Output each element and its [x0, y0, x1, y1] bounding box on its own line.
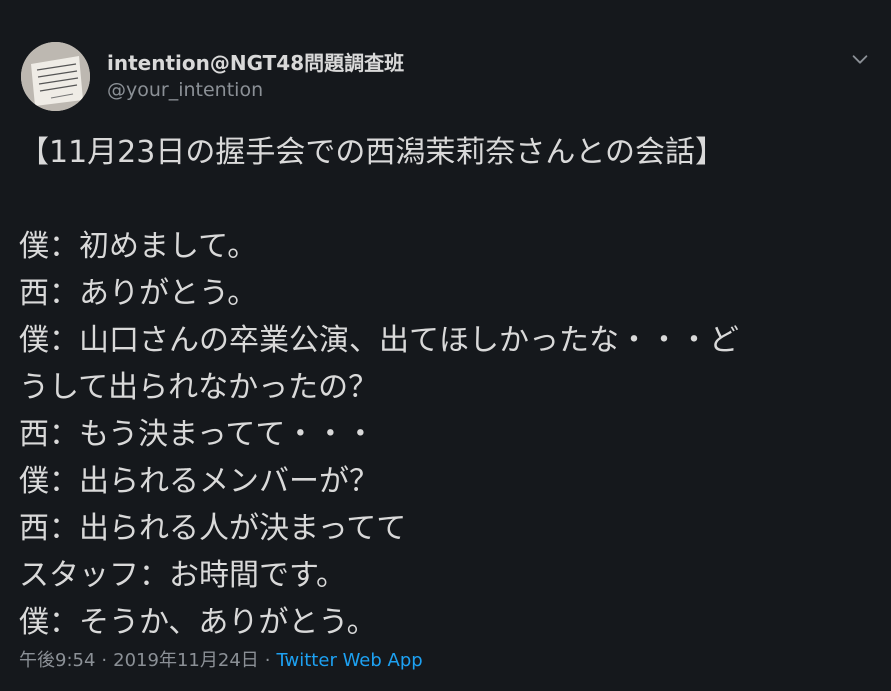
tweet-line: 僕：初めまして。	[19, 229, 258, 264]
tweet-text: 【11月23日の握手会での西潟茉莉奈さんとの会話】 僕：初めまして。 西：ありが…	[19, 129, 869, 646]
tweet-line: 西：ありがとう。	[19, 276, 258, 311]
tweet-date[interactable]: 2019年11月24日	[113, 650, 259, 671]
source-link[interactable]: Twitter Web App	[277, 650, 423, 671]
tweet-metadata: 午後9:54 · 2019年11月24日 · Twitter Web App	[19, 646, 423, 672]
tweet-time[interactable]: 午後9:54	[19, 650, 95, 671]
display-name[interactable]: intention@NGT48問題調査班	[107, 47, 404, 76]
tweet-line: スタッフ：お時間です。	[19, 558, 346, 593]
tweet-menu-button[interactable]	[849, 48, 871, 70]
tweet-line: 西：もう決まってて・・・	[19, 417, 376, 452]
user-handle[interactable]: @your_intention	[107, 79, 263, 101]
tweet-line: 僕：山口さんの卒業公演、出てほしかったな・・・ど	[19, 323, 739, 358]
tweet-line: 西：出られる人が決まってて	[19, 511, 407, 546]
tweet-line: 【11月23日の握手会での西潟茉莉奈さんとの会話】	[19, 135, 726, 170]
tweet-line: 僕：そうか、ありがとう。	[19, 605, 377, 640]
separator: ·	[264, 650, 271, 671]
avatar[interactable]	[21, 42, 90, 111]
separator: ·	[101, 650, 108, 671]
tweet-card: intention@NGT48問題調査班 @your_intention 【11…	[0, 0, 891, 691]
avatar-icon	[21, 42, 90, 111]
tweet-line: 僕：出られるメンバーが？	[19, 464, 379, 499]
chevron-down-icon	[852, 55, 868, 64]
tweet-line: うして出られなかったの？	[19, 370, 379, 405]
